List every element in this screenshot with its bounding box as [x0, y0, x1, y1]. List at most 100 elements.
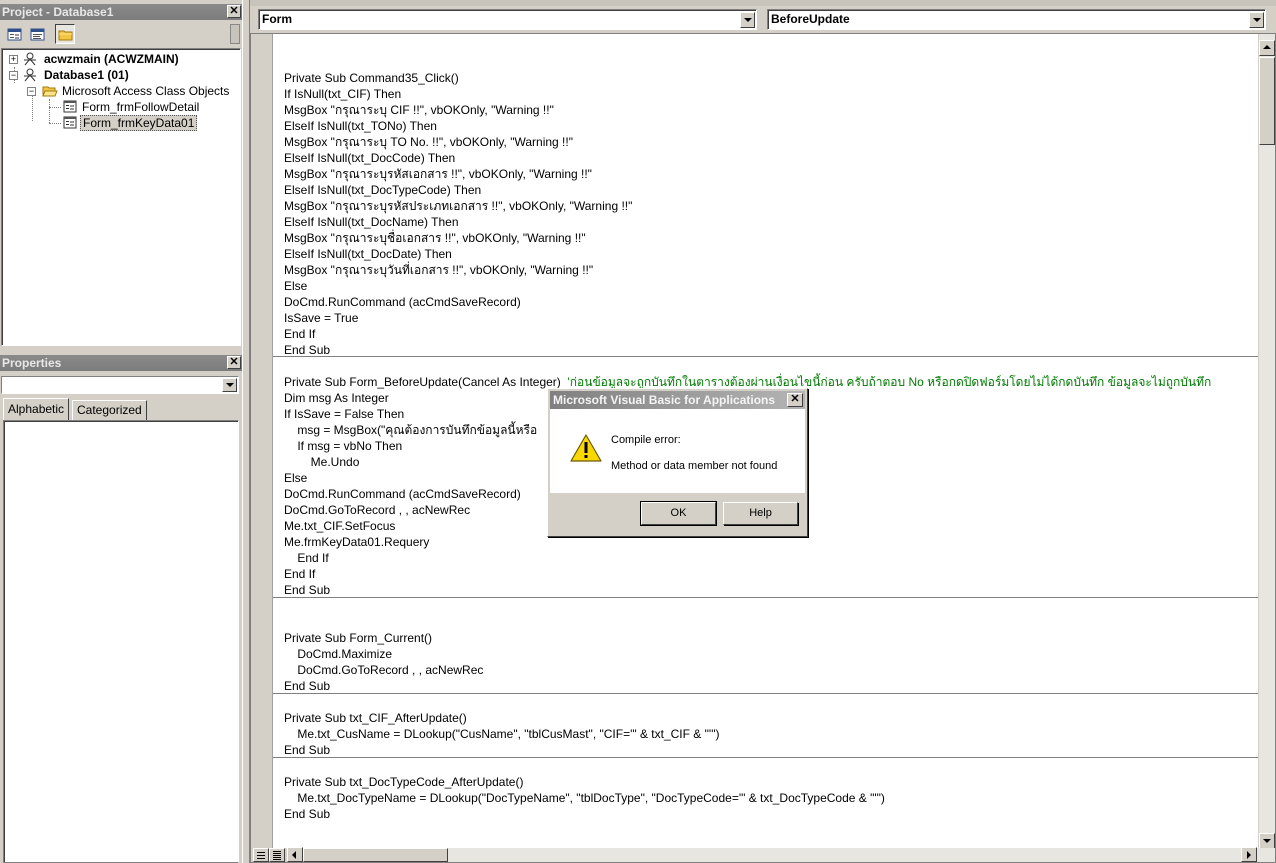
code-line[interactable]: ElseIf IsNull(txt_DocDate) Then [284, 246, 452, 262]
tree-connector [32, 95, 33, 121]
properties-object-combo[interactable] [1, 376, 239, 394]
project-panel-close-button[interactable]: ✕ [227, 5, 241, 18]
project-tree: + acwzmain (ACWZMAIN) − Database1 (01) −… [1, 48, 241, 346]
code-line[interactable]: MsgBox "กรุณาระบุ CIF !!", vbOKOnly, "Wa… [284, 102, 554, 118]
view-object-icon [7, 28, 22, 41]
code-line[interactable]: End Sub [284, 678, 330, 694]
dialog-message-detail: Method or data member not found [611, 460, 778, 472]
code-line[interactable]: DoCmd.RunCommand (acCmdSaveRecord) [284, 486, 521, 502]
open-folder-icon [42, 86, 58, 97]
toolbar-overflow-button[interactable] [230, 24, 240, 44]
code-line[interactable]: If IsSave = False Then [284, 406, 404, 422]
code-line[interactable]: If IsNull(txt_CIF) Then [284, 86, 401, 102]
code-line[interactable]: Else [284, 278, 307, 294]
full-module-view-icon [273, 851, 281, 860]
close-icon: ✕ [229, 356, 239, 368]
collapse-toggle[interactable]: − [9, 71, 18, 80]
view-object-button[interactable] [4, 24, 24, 44]
code-line[interactable]: Private Sub txt_CIF_AfterUpdate() [284, 710, 467, 726]
code-line[interactable]: ElseIf IsNull(txt_DocName) Then [284, 214, 459, 230]
code-line[interactable]: Me.txt_DocTypeName = DLookup("DocTypeNam… [284, 790, 885, 806]
scroll-right-button[interactable] [1241, 847, 1257, 862]
code-line[interactable]: DoCmd.Maximize [284, 646, 392, 662]
code-line[interactable]: Me.frmKeyData01.Requery [284, 534, 429, 550]
horizontal-scroll-thumb[interactable] [303, 848, 448, 862]
vertical-scroll-thumb[interactable] [1259, 57, 1275, 145]
properties-panel-close-button[interactable]: ✕ [227, 356, 241, 369]
code-line[interactable]: Dim msg As Integer [284, 390, 389, 406]
scroll-left-button[interactable] [287, 847, 303, 862]
code-line[interactable]: End Sub [284, 742, 330, 758]
code-line[interactable]: Me.txt_CIF.SetFocus [284, 518, 395, 534]
code-line[interactable]: DoCmd.GoToRecord , , acNewRec [284, 502, 470, 518]
chevron-down-icon[interactable] [740, 12, 755, 28]
procedure-view-icon [257, 852, 265, 859]
code-line[interactable]: End Sub [284, 582, 330, 598]
code-line[interactable]: End Sub [284, 806, 330, 822]
ok-button[interactable]: OK [640, 501, 717, 526]
collapse-toggle[interactable]: − [27, 87, 36, 96]
tree-connector [49, 123, 61, 124]
code-line[interactable]: MsgBox "กรุณาระบุวันที่เอกสาร !!", vbOKO… [284, 262, 593, 278]
code-line[interactable]: Private Sub Form_Current() [284, 630, 432, 646]
tree-connector [49, 107, 61, 108]
vba-project-icon [24, 68, 36, 82]
window-top-edge [250, 0, 1276, 6]
code-line[interactable]: ElseIf IsNull(txt_DocCode) Then [284, 150, 455, 166]
tree-item-label: Database1 (01) [44, 68, 129, 82]
code-line[interactable]: Me.txt_CusName = DLookup("CusName", "tbl… [284, 726, 719, 742]
code-line[interactable]: End If [284, 566, 315, 582]
code-line[interactable]: End If [284, 326, 315, 342]
form-module-icon [63, 100, 77, 113]
code-line[interactable]: MsgBox "กรุณาระบุรหัสประเภทเอกสาร !!", v… [284, 198, 632, 214]
scroll-down-button[interactable] [1259, 833, 1275, 849]
code-line[interactable]: End If [284, 550, 328, 566]
code-line[interactable]: DoCmd.RunCommand (acCmdSaveRecord) [284, 294, 521, 310]
dialog-close-button[interactable]: ✕ [787, 393, 803, 407]
code-line[interactable]: ElseIf IsNull(txt_TONo) Then [284, 118, 437, 134]
compile-error-dialog: Microsoft Visual Basic for Applications … [547, 388, 808, 537]
code-line[interactable]: Me.Undo [284, 454, 360, 470]
code-line[interactable]: MsgBox "กรุณาระบุ TO No. !!", vbOKOnly, … [284, 134, 573, 150]
procedure-view-button[interactable] [253, 848, 269, 862]
procedure-separator [273, 356, 1259, 357]
margin-indicator-bar[interactable] [251, 34, 273, 850]
code-line[interactable]: Private Sub txt_DocTypeCode_AfterUpdate(… [284, 774, 523, 790]
toggle-folders-button[interactable] [55, 24, 75, 44]
horizontal-scrollbar[interactable] [287, 847, 1275, 862]
help-button[interactable]: Help [723, 502, 798, 525]
code-line[interactable]: MsgBox "กรุณาระบุชื่อเอกสาร !!", vbOKOnl… [284, 230, 586, 246]
properties-panel-title: Properties ✕ [0, 355, 242, 371]
code-line[interactable]: msg = MsgBox("คุณต้องการบันทึกข้อมูลนี้ห… [284, 422, 537, 438]
pane-splitter[interactable] [242, 0, 250, 863]
dialog-title-bar[interactable]: Microsoft Visual Basic for Applications … [550, 391, 805, 409]
code-line[interactable]: Else [284, 470, 307, 486]
object-dropdown[interactable]: Form [258, 9, 757, 30]
code-line[interactable]: MsgBox "กรุณาระบุรหัสเอกสาร !!", vbOKOnl… [284, 166, 592, 182]
chevron-down-icon[interactable] [1249, 12, 1264, 28]
vertical-scrollbar[interactable] [1258, 34, 1275, 850]
vba-project-icon [24, 52, 36, 66]
code-line[interactable]: IsSave = True [284, 310, 358, 326]
code-text: Private Sub Form_BeforeUpdate(Cancel As … [284, 375, 561, 389]
code-line[interactable]: If msg = vbNo Then [284, 438, 402, 454]
tab-alphabetic[interactable]: Alphabetic [3, 398, 70, 420]
tree-item-label: Form_frmFollowDetail [82, 100, 200, 114]
view-code-button[interactable] [27, 24, 47, 44]
view-code-icon [30, 28, 45, 41]
procedure-separator [273, 597, 1259, 598]
code-line[interactable]: ElseIf IsNull(txt_DocTypeCode) Then [284, 182, 481, 198]
project-panel-title: Project - Database1 ✕ [0, 4, 242, 20]
chevron-down-icon[interactable] [222, 378, 237, 392]
code-window-bottom-bar [251, 847, 1275, 862]
code-line[interactable]: Private Sub Command35_Click() [284, 70, 459, 86]
code-line[interactable]: DoCmd.GoToRecord , , acNewRec [284, 662, 483, 678]
procedure-dropdown[interactable]: BeforeUpdate [767, 9, 1266, 30]
full-module-view-button[interactable] [269, 848, 285, 862]
procedure-separator [273, 757, 1259, 758]
scroll-up-button[interactable] [1259, 40, 1275, 56]
expand-toggle[interactable]: + [9, 55, 18, 64]
tab-categorized[interactable]: Categorized [72, 400, 147, 420]
dialog-message-heading: Compile error: [611, 434, 681, 446]
properties-grid[interactable] [3, 420, 239, 863]
